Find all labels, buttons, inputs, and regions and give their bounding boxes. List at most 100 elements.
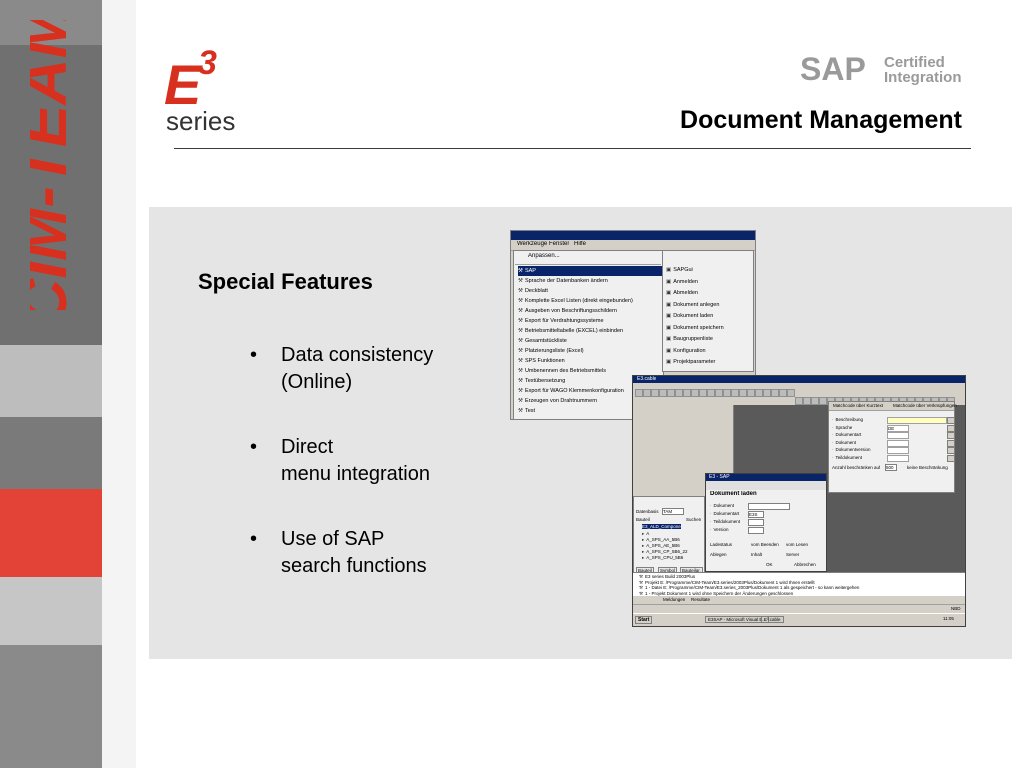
toolbar-button-icon[interactable] (755, 389, 763, 397)
menu-item[interactable]: ⚒ Ausgeben von Beschriftungsschildern (518, 306, 667, 316)
tab-meldungen[interactable]: Meldungen (663, 597, 685, 602)
toolbar-button-icon[interactable] (683, 389, 691, 397)
menu-item[interactable]: ⚒ Platzierungsliste (Excel) (518, 346, 667, 356)
dialog-field-input[interactable] (748, 519, 764, 526)
matchcode-button[interactable] (947, 439, 955, 447)
toolbar-button-icon[interactable] (787, 389, 795, 397)
submenu-item[interactable]: ▣ Dokument anlegen (666, 300, 756, 312)
menu-item[interactable]: ⚒ SPS Funktionen (518, 356, 667, 366)
toolbar-button-icon[interactable] (651, 389, 659, 397)
folder-icon: ▸ (642, 549, 645, 554)
no-limit-checkbox[interactable]: keine Beschränkung (907, 465, 948, 470)
menu-item[interactable]: ⚒ Export für Verdrahtungssysteme (518, 316, 667, 326)
search-field-label: Dokumentart (835, 432, 862, 437)
menu-item-label: Betriebsmitteltabelle (EXCEL) einbinden (524, 328, 624, 334)
submenu-item[interactable]: ▣ Baugruppenliste (666, 334, 756, 346)
matchcode-button[interactable] (947, 417, 955, 424)
menu-fenster[interactable]: Fenster (549, 241, 569, 247)
toolbar-button-icon[interactable] (691, 389, 699, 397)
toolbar-button-icon[interactable] (739, 389, 747, 397)
datasource-select[interactable]: TAM (662, 508, 684, 515)
start-button[interactable]: Start (635, 616, 653, 624)
toolbar-button-icon[interactable] (795, 397, 803, 405)
dialog-field-input[interactable] (748, 503, 790, 510)
field-icon: · (832, 439, 834, 445)
menu-item[interactable]: ⚒ SAP (518, 266, 667, 276)
wrench-icon: ⚒ (518, 318, 523, 324)
taskbar-item-vb[interactable]: E3SAP - Microsoft Visual B... (705, 616, 770, 623)
toolbar-button-icon[interactable] (643, 389, 651, 397)
cancel-button[interactable]: Abbrechen (794, 562, 816, 567)
toolbar-button-icon[interactable] (723, 389, 731, 397)
taskbar-item-e3[interactable]: E³.cable (761, 616, 784, 623)
menu-item[interactable]: ⚒ Gesamtstückliste (518, 336, 667, 346)
toolbar-button-icon[interactable] (763, 389, 771, 397)
toolbar-button-icon[interactable] (803, 397, 811, 405)
toolbar-button-icon[interactable] (659, 389, 667, 397)
log-icon: ⚒ (639, 585, 644, 590)
toolbar-button-icon[interactable] (667, 389, 675, 397)
max-hits-input[interactable]: 500 (885, 464, 897, 471)
toolbar-button-icon[interactable] (819, 397, 827, 405)
toolbar-button-icon[interactable] (635, 389, 643, 397)
ladestatus-option-2[interactable]: vom Lesen (786, 542, 808, 547)
matchcode-button[interactable] (947, 432, 955, 439)
dialog-field-input[interactable]: E3S (748, 511, 764, 518)
toolbar-button-icon[interactable] (747, 389, 755, 397)
toolbar-button-icon[interactable] (779, 389, 787, 397)
log-line-label: E3 series Build 2003Plus (645, 574, 696, 579)
search-field-input[interactable] (887, 454, 909, 462)
menu-item[interactable]: ⚒ Sprache der Datenbanken ändern (518, 276, 667, 286)
submenu-item[interactable]: ▣ Dokument speichern (666, 323, 756, 335)
submenu-item[interactable]: ▣ Projektparameter (666, 357, 756, 369)
submenu-item-label: Anmelden (673, 278, 698, 285)
toolbar-button-icon[interactable] (771, 389, 779, 397)
ladestatus-option-1[interactable]: vom Beenden (751, 542, 779, 547)
matchcode-button[interactable] (947, 447, 955, 454)
sidebar-stripe (0, 577, 102, 645)
ablegen-option-2[interactable]: Server (786, 552, 799, 557)
tab-resultate[interactable]: Resultate (691, 597, 710, 602)
menu-item-anpassen[interactable]: Anpassen... (528, 253, 560, 259)
toolbar-button-icon[interactable] (699, 389, 707, 397)
matchcode-button[interactable] (947, 424, 955, 432)
menu-werkzeuge[interactable]: Werkzeuge (517, 241, 547, 247)
search-field-input[interactable] (887, 447, 909, 454)
submenu-item[interactable]: ▣ Anmelden (666, 277, 756, 289)
dialog-field-input[interactable] (748, 527, 764, 534)
search-field-input[interactable] (887, 417, 947, 424)
ablegen-option-1[interactable]: Inhalt (751, 552, 762, 557)
menu-hilfe[interactable]: Hilfe (574, 241, 586, 247)
toolbar-button-icon[interactable] (707, 389, 715, 397)
tab-matchcode-verknuepfungen[interactable]: Matchcode über Verknüpfungen (893, 403, 957, 408)
menu-item[interactable]: ⚒ Komplette Excel Listen (direkt eingebun… (518, 296, 667, 306)
menu-item[interactable]: ⚒ Betriebsmitteltabelle (EXCEL) einbinden (518, 326, 667, 336)
tree-item[interactable]: ▸ A_SPS_CPU_5B6 (642, 555, 702, 561)
ok-button[interactable]: OK (766, 562, 773, 567)
submenu-item[interactable]: ▣ Konfiguration (666, 346, 756, 358)
menu-item[interactable]: ⚒ Deckblatt (518, 286, 667, 296)
tab-matchcode-kurztext[interactable]: Matchcode über Kurztext (833, 403, 883, 408)
search-button[interactable]: Suchen (686, 517, 701, 522)
field-icon: · (832, 417, 834, 422)
matchcode-button[interactable] (947, 454, 955, 462)
search-field-input[interactable] (887, 439, 909, 447)
wrench-icon: ⚒ (518, 358, 523, 364)
tree-item-label: A_SPS_AE_5B6 (646, 543, 680, 548)
dialog-toolbar (706, 481, 826, 490)
search-field-input[interactable] (887, 432, 909, 439)
toolbar-button-icon[interactable] (715, 389, 723, 397)
menu-item-label: Textübersetzung (524, 378, 566, 384)
toolbar-button-icon[interactable] (811, 397, 819, 405)
submenu-item[interactable]: ▣ Abmelden (666, 288, 756, 300)
tree-item-label: A_SPS_AA_5B6 (646, 537, 680, 542)
log-icon: ⚒ (639, 574, 644, 579)
submenu-item[interactable]: ▣ Dokument laden (666, 311, 756, 323)
document-icon: ▣ (666, 278, 672, 285)
submenu-item[interactable]: ▣ SAPGui (666, 265, 756, 277)
toolbar-button-icon[interactable] (731, 389, 739, 397)
search-field-input[interactable]: DE (887, 424, 909, 432)
toolbar-button-icon[interactable] (675, 389, 683, 397)
tree-root[interactable]: E3_ALD_Compone (642, 524, 681, 529)
menu-item-label: Export für WAGO Klemmenkonfiguration (524, 388, 624, 394)
